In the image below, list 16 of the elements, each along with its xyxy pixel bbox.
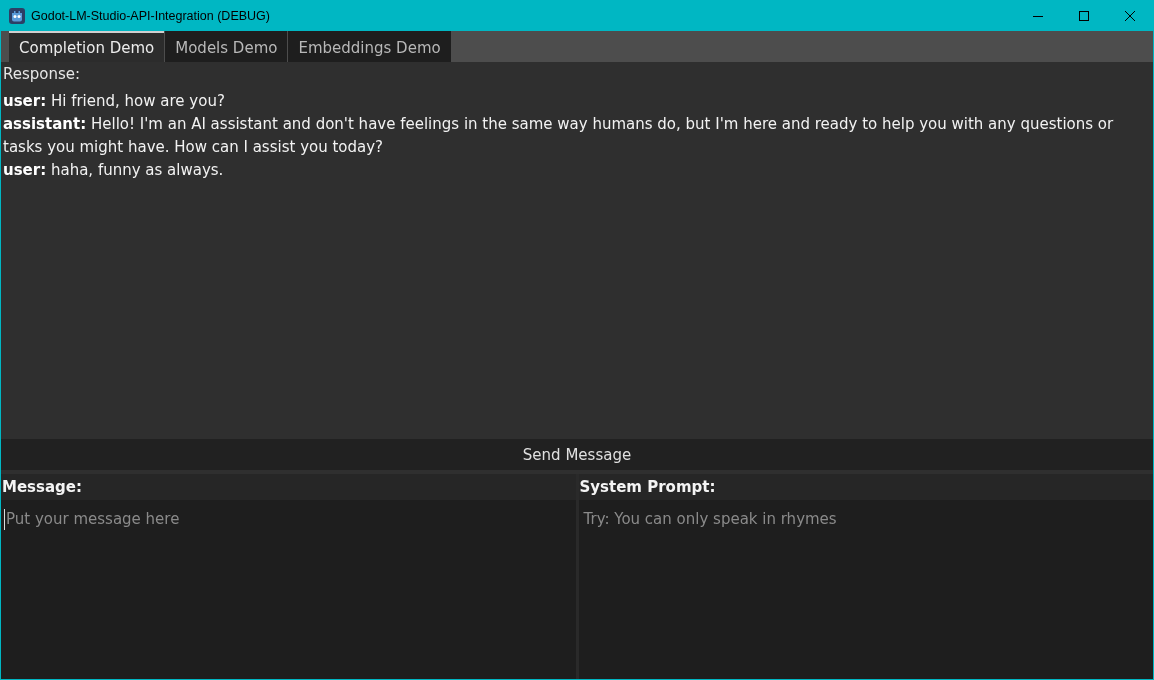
field-label: Message: [1, 478, 82, 496]
chat-message: user: Hi friend, how are you? [3, 91, 226, 112]
tab[interactable]: Completion Demo [9, 31, 165, 62]
system-prompt-field[interactable]: Try: You can only speak in rhymes [578, 500, 1153, 679]
window-title: Godot-LM-Studio-API-Integration (DEBUG) [31, 8, 270, 23]
field-label: System Prompt: [578, 478, 716, 496]
close-icon [1125, 10, 1135, 21]
robot-face-icon [9, 7, 25, 24]
chat-message: user: haha, funny as always. [3, 160, 225, 181]
chat-message: assistant: Hello! I'm an AI assistant and don't have feelings in the same way humans do, but I'm here and ready to help you with any questions or tasks you might have. How can I assist you today? [3, 114, 1115, 158]
response-label: Response: [3, 64, 81, 85]
maximize-icon [1079, 10, 1089, 21]
tab[interactable]: Models Demo [165, 31, 288, 62]
tab[interactable]: Embeddings Demo [288, 31, 451, 62]
message-field[interactable]: Put your message here [1, 500, 576, 679]
send-message-button[interactable]: Send Message [1, 439, 1153, 470]
